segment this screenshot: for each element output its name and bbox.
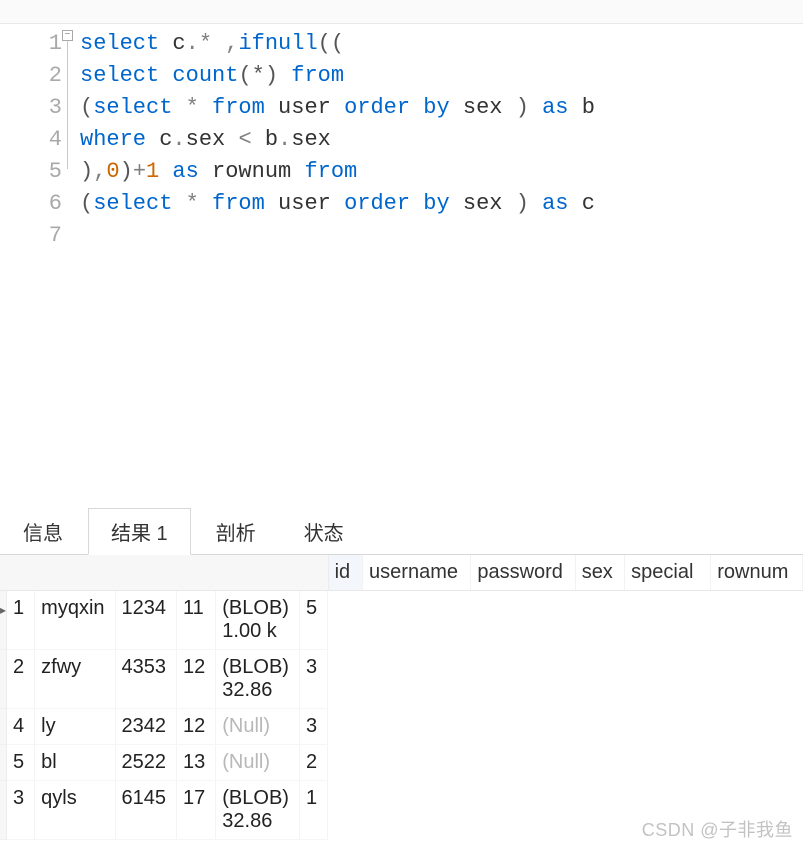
cell-sex[interactable]: 13 — [177, 745, 216, 781]
code-line[interactable]: ),0)+1 as rownum from — [80, 156, 803, 188]
cell-sex[interactable]: 12 — [177, 709, 216, 745]
cell-id[interactable]: 1 — [7, 591, 35, 650]
cell-sex[interactable]: 11 — [177, 591, 216, 650]
line-number: 4 — [0, 124, 62, 156]
cell-id[interactable]: 4 — [7, 709, 35, 745]
cell-username[interactable]: qyls — [35, 781, 115, 840]
cell-rownum[interactable]: 5 — [299, 591, 327, 650]
tab-1[interactable]: 结果 1 — [88, 508, 191, 555]
cell-special[interactable]: (BLOB) 32.86 — [216, 781, 300, 840]
column-header-rownum[interactable]: rownum — [711, 555, 803, 591]
cell-password[interactable]: 6145 — [115, 781, 177, 840]
code-line[interactable]: (select * from user order by sex ) as c — [80, 188, 803, 220]
cell-id[interactable]: 2 — [7, 650, 35, 709]
column-header-username[interactable]: username — [363, 555, 471, 591]
cell-password[interactable]: 4353 — [115, 650, 177, 709]
cell-username[interactable]: myqxin — [35, 591, 115, 650]
cell-rownum[interactable]: 3 — [299, 650, 327, 709]
column-header-special[interactable]: special — [625, 555, 711, 591]
result-tabs: 信息结果 1剖析状态 — [0, 502, 803, 555]
code-line[interactable]: (select * from user order by sex ) as b — [80, 92, 803, 124]
cell-rownum[interactable]: 2 — [299, 745, 327, 781]
result-table[interactable]: id username password sex special rownum … — [0, 555, 803, 840]
line-number: 6 — [0, 188, 62, 220]
cell-sex[interactable]: 17 — [177, 781, 216, 840]
fold-toggle-icon[interactable]: − — [62, 30, 73, 41]
cell-password[interactable]: 1234 — [115, 591, 177, 650]
row-handle-header — [0, 555, 328, 591]
column-header-id[interactable]: id — [328, 555, 362, 591]
table-row[interactable]: ▸1myqxin123411(BLOB) 1.00 k5 — [0, 591, 328, 650]
table-row[interactable]: 4ly234212(Null)3 — [0, 709, 328, 745]
sql-editor[interactable]: − 1234567 select c.* ,ifnull((select cou… — [0, 24, 803, 502]
cell-sex[interactable]: 12 — [177, 650, 216, 709]
cell-special[interactable]: (BLOB) 32.86 — [216, 650, 300, 709]
line-number: 1 — [0, 28, 62, 60]
column-header-password[interactable]: password — [471, 555, 575, 591]
toolbar — [0, 0, 803, 24]
fold-guide-line — [67, 41, 68, 169]
column-header-sex[interactable]: sex — [575, 555, 624, 591]
cell-username[interactable]: ly — [35, 709, 115, 745]
table-row[interactable]: 3qyls614517(BLOB) 32.861 — [0, 781, 328, 840]
tab-3[interactable]: 状态 — [281, 508, 367, 554]
cell-username[interactable]: zfwy — [35, 650, 115, 709]
line-number: 7 — [0, 220, 62, 252]
cell-username[interactable]: bl — [35, 745, 115, 781]
tab-2[interactable]: 剖析 — [193, 508, 279, 554]
cell-special[interactable]: (Null) — [216, 709, 300, 745]
code-line[interactable]: select c.* ,ifnull(( — [80, 28, 803, 60]
code-line[interactable]: select count(*) from — [80, 60, 803, 92]
table-header-row: id username password sex special rownum — [0, 555, 803, 591]
cell-rownum[interactable]: 1 — [299, 781, 327, 840]
line-number: 3 — [0, 92, 62, 124]
cell-password[interactable]: 2522 — [115, 745, 177, 781]
line-number: 5 — [0, 156, 62, 188]
cell-special[interactable]: (BLOB) 1.00 k — [216, 591, 300, 650]
code-line[interactable] — [80, 220, 803, 252]
cell-id[interactable]: 5 — [7, 745, 35, 781]
table-row[interactable]: 2zfwy435312(BLOB) 32.863 — [0, 650, 328, 709]
cell-special[interactable]: (Null) — [216, 745, 300, 781]
cell-id[interactable]: 3 — [7, 781, 35, 840]
table-row[interactable]: 5bl252213(Null)2 — [0, 745, 328, 781]
line-number-gutter: − 1234567 — [0, 24, 72, 502]
code-line[interactable]: where c.sex < b.sex — [80, 124, 803, 156]
cell-password[interactable]: 2342 — [115, 709, 177, 745]
cell-rownum[interactable]: 3 — [299, 709, 327, 745]
line-number: 2 — [0, 60, 62, 92]
tab-0[interactable]: 信息 — [0, 508, 86, 554]
code-area[interactable]: select c.* ,ifnull((select count(*) from… — [72, 24, 803, 502]
